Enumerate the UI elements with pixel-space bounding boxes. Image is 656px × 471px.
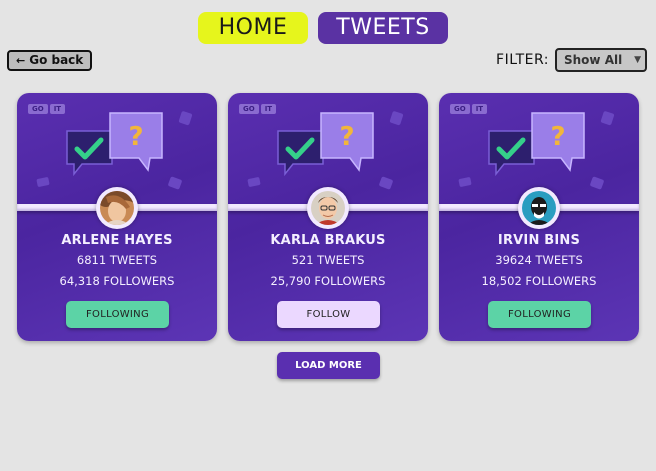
go-back-label: Go back: [29, 53, 84, 67]
filter-select[interactable]: Show All ▼: [555, 48, 647, 72]
logo-part-it: IT: [49, 104, 66, 114]
tweet-count: 6811 TWEETS: [76, 253, 158, 267]
home-link[interactable]: HOME: [198, 12, 308, 44]
load-more-button[interactable]: LOAD MORE: [277, 352, 380, 379]
logo-part-go: GO: [28, 104, 48, 114]
follow-button[interactable]: FOLLOW: [277, 301, 380, 328]
avatar: [96, 187, 138, 229]
tweet-count: 521 TWEETS: [291, 253, 365, 267]
avatar-image: [522, 191, 556, 225]
follower-count: 18,502 FOLLOWERS: [481, 274, 597, 288]
logo-part-go: GO: [450, 104, 470, 114]
go-back-button[interactable]: ← Go back: [7, 50, 93, 71]
avatar-image: [100, 191, 134, 225]
follower-count: 64,318 FOLLOWERS: [59, 274, 175, 288]
filter-label: FILTER:: [496, 52, 549, 68]
top-nav: HOME TWEETS: [0, 12, 656, 44]
avatar: [307, 187, 349, 229]
svg-text:?: ?: [128, 122, 143, 152]
follower-count: 25,790 FOLLOWERS: [270, 274, 386, 288]
user-cards: ? GO IT ARLENE HAYES 6811 TWEETS 64,318 …: [17, 93, 639, 341]
tweet-count: 39624 TWEETS: [495, 253, 583, 267]
user-name: IRVIN BINS: [497, 233, 581, 248]
arrow-left-icon: ←: [16, 54, 26, 67]
svg-text:?: ?: [550, 122, 565, 152]
following-button[interactable]: FOLLOWING: [488, 301, 591, 328]
user-card: ? GO IT IRVIN BINS 39624 TWEETS 18,502 F…: [439, 93, 639, 341]
logo-part-it: IT: [260, 104, 277, 114]
user-name: KARLA BRAKUS: [270, 233, 386, 248]
logo-part-it: IT: [471, 104, 488, 114]
tweets-link[interactable]: TWEETS: [318, 12, 448, 44]
user-card: ? GO IT KARLA BRAKUS 521 TWEETS 25,790 F…: [228, 93, 428, 341]
svg-text:?: ?: [339, 122, 354, 152]
avatar-image: [311, 191, 345, 225]
filter-selected-value: Show All: [564, 53, 623, 67]
avatar: [518, 187, 560, 229]
logo: GO IT: [450, 104, 488, 114]
filter: FILTER: Show All ▼: [496, 48, 647, 72]
chevron-down-icon: ▼: [634, 55, 641, 65]
user-name: ARLENE HAYES: [61, 233, 173, 248]
logo: GO IT: [239, 104, 277, 114]
following-button[interactable]: FOLLOWING: [66, 301, 169, 328]
user-card: ? GO IT ARLENE HAYES 6811 TWEETS 64,318 …: [17, 93, 217, 341]
logo-part-go: GO: [239, 104, 259, 114]
logo: GO IT: [28, 104, 66, 114]
